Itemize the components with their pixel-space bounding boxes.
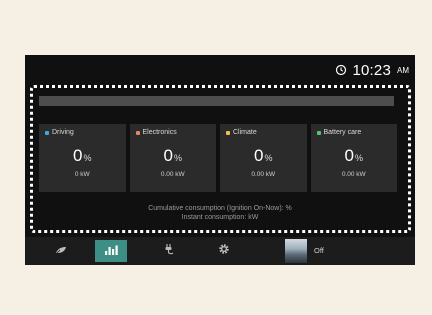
card-percent: 0 <box>73 146 83 165</box>
card-power: 0.00 kW <box>160 171 185 178</box>
clock-ampm: AM <box>397 65 409 75</box>
eco-button[interactable] <box>45 240 77 262</box>
card-driving: Driving 0% 0 kW <box>39 124 126 192</box>
battery-care-color-dot <box>316 130 321 135</box>
card-label: Battery care <box>323 129 362 136</box>
card-label: Driving <box>52 129 74 136</box>
card-power: 0 kW <box>74 171 90 178</box>
card-percent-unit: % <box>83 153 92 163</box>
card-percent: 0 <box>344 146 354 165</box>
card-percent-unit: % <box>173 153 182 163</box>
card-percent-unit: % <box>354 153 363 163</box>
cumulative-consumption: Cumulative consumption (Ignition On-Now)… <box>148 205 292 212</box>
card-battery-care: Battery care 0% 0.00 kW <box>310 124 397 192</box>
electronics-color-dot <box>135 130 140 135</box>
card-climate: Climate 0% 0.00 kW <box>220 124 307 192</box>
off-label: Off <box>314 246 324 255</box>
instant-consumption: Instant consumption: kW <box>181 214 259 221</box>
driving-color-dot <box>45 130 49 135</box>
infotainment-screen: 10:23 AM Driving 0% 0 kW Electronics 0% <box>25 55 415 265</box>
card-power: 0.00 kW <box>251 171 276 178</box>
charging-plug-icon <box>163 242 175 260</box>
bottom-bar: Off <box>25 237 415 265</box>
consumption-cards: Driving 0% 0 kW Electronics 0% 0.00 kW C… <box>39 124 397 192</box>
consumption-bar <box>39 96 394 106</box>
card-label: Electronics <box>142 129 177 136</box>
manual-page: 10:23 AM Driving 0% 0 kW Electronics 0% <box>0 0 432 315</box>
settings-button[interactable] <box>208 240 240 262</box>
climate-color-dot <box>226 130 230 135</box>
card-electronics: Electronics 0% 0.00 kW <box>129 124 216 192</box>
charging-button[interactable] <box>153 240 185 262</box>
scenery-thumbnail[interactable] <box>285 239 307 263</box>
bar-chart-icon <box>104 242 118 260</box>
power-clock-icon <box>335 64 347 76</box>
status-bar: 10:23 AM <box>335 61 409 79</box>
card-percent: 0 <box>163 146 173 165</box>
card-percent-unit: % <box>264 153 273 163</box>
leaf-icon <box>55 242 67 260</box>
clock-time: 10:23 <box>352 61 391 79</box>
card-label: Climate <box>233 129 257 136</box>
energy-consumption-button[interactable] <box>95 240 127 262</box>
consumption-summary: Cumulative consumption (Ignition On-Now)… <box>25 204 415 222</box>
gear-icon <box>218 242 230 260</box>
card-power: 0.00 kW <box>341 171 366 178</box>
card-percent: 0 <box>254 146 264 165</box>
